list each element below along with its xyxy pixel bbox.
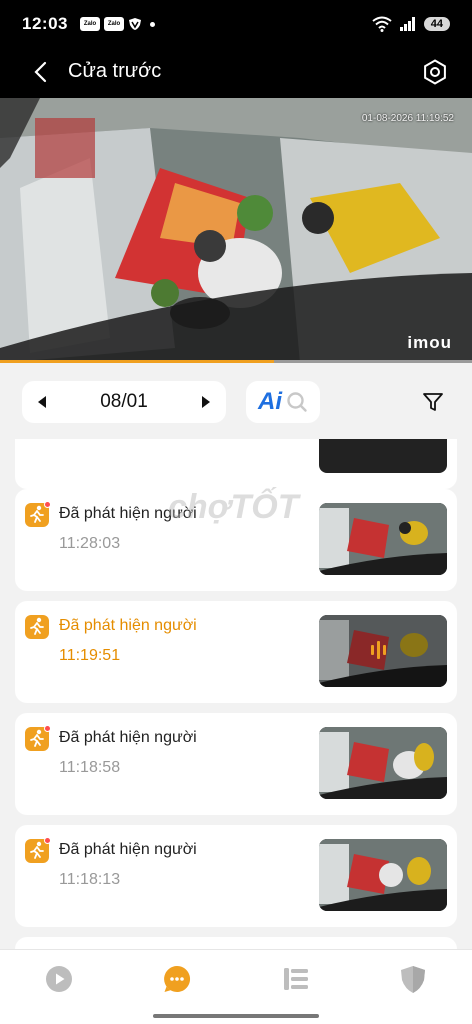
- person-detected-icon: [25, 725, 51, 751]
- event-label: Đã phát hiện người: [59, 729, 197, 746]
- status-bar: 12:03 Zalo Zalo 44: [0, 0, 472, 48]
- timeline-controls: 08/01 Ai: [0, 363, 472, 439]
- bottom-nav: [0, 949, 472, 1024]
- event-time: 11:18:58: [59, 759, 121, 776]
- filter-icon[interactable]: [422, 391, 444, 413]
- list-icon[interactable]: [281, 964, 311, 994]
- play-icon[interactable]: [44, 964, 74, 994]
- date-value[interactable]: 08/01: [100, 391, 148, 413]
- event-card-partial[interactable]: [15, 439, 457, 489]
- notification-icons: Zalo Zalo: [79, 17, 155, 31]
- event-card[interactable]: Đã phát hiện người 11:18:13: [15, 825, 457, 927]
- shield-icon[interactable]: [398, 964, 428, 994]
- event-thumbnail[interactable]: [319, 615, 447, 687]
- message-icon[interactable]: [162, 964, 192, 994]
- event-card-partial[interactable]: [15, 937, 457, 949]
- search-icon: [287, 392, 307, 412]
- event-card[interactable]: Đã phát hiện người 11:18:58: [15, 713, 457, 815]
- dot-icon: [149, 21, 155, 27]
- battery-indicator: 44: [423, 17, 450, 31]
- event-thumbnail[interactable]: [319, 727, 447, 799]
- event-thumbnail[interactable]: [319, 839, 447, 911]
- home-indicator[interactable]: [153, 1014, 319, 1018]
- event-label: Đã phát hiện người: [59, 617, 197, 634]
- watermark: chợTỐT: [168, 488, 299, 526]
- event-time: 11:19:51: [59, 647, 121, 664]
- playing-indicator-icon: [371, 641, 386, 659]
- event-time: 11:18:13: [59, 871, 121, 888]
- vpn-shield-icon: [128, 18, 141, 30]
- date-selector: 08/01: [22, 381, 226, 423]
- event-thumbnail: [319, 439, 447, 473]
- back-arrow-icon[interactable]: [30, 60, 52, 84]
- event-label: Đã phát hiện người: [59, 841, 197, 858]
- status-time: 12:03: [22, 14, 68, 33]
- brand-logo: imou: [407, 333, 452, 352]
- wifi-icon: [372, 16, 392, 32]
- video-timestamp: 01-08-2026 11:19:52: [361, 113, 454, 124]
- zalo-icon: Zalo: [79, 17, 100, 31]
- zalo-icon: Zalo: [103, 17, 124, 31]
- event-thumbnail[interactable]: [319, 503, 447, 575]
- ai-search-button[interactable]: Ai: [246, 381, 320, 423]
- person-detected-icon: [25, 837, 51, 863]
- person-detected-icon: [25, 501, 51, 527]
- person-detected-icon: [25, 615, 49, 639]
- video-frame: [0, 98, 472, 363]
- prev-date-icon[interactable]: [38, 396, 46, 408]
- next-date-icon[interactable]: [201, 396, 210, 408]
- video-player[interactable]: 01-08-2026 11:19:52 imou: [0, 98, 472, 363]
- signal-icon: [399, 17, 415, 31]
- settings-icon[interactable]: [422, 59, 448, 85]
- ai-label: Ai: [258, 388, 282, 415]
- event-card-selected[interactable]: Đã phát hiện người 11:19:51: [15, 601, 457, 703]
- event-time: 11:28:03: [59, 535, 121, 552]
- page-title: Cửa trước: [68, 60, 162, 82]
- app-bar: Cửa trước: [0, 48, 472, 98]
